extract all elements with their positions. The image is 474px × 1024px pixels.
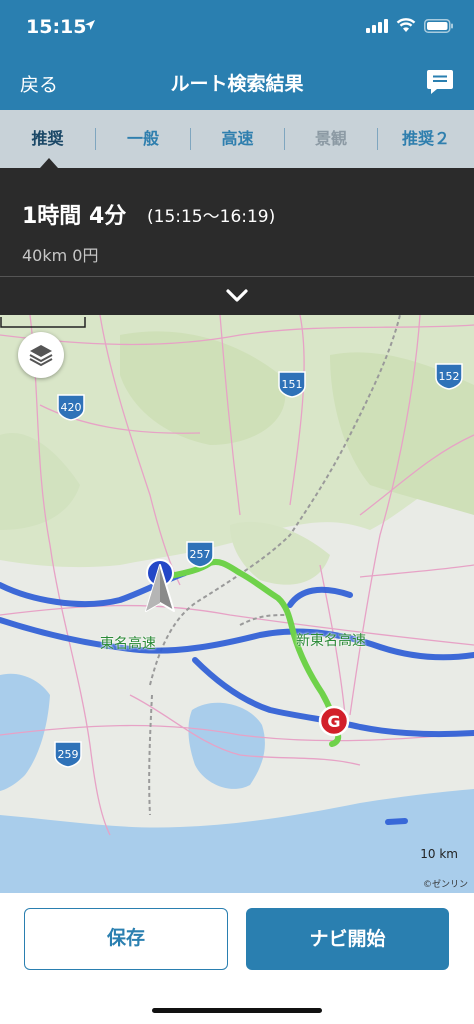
expand-details-button[interactable] (0, 277, 474, 315)
scale-bar (0, 317, 86, 328)
nav-bar: 戻る ルート検索結果 (0, 58, 474, 110)
map-copyright: ©ゼンリン (422, 880, 468, 890)
location-arrow-icon (85, 20, 95, 30)
tab-general[interactable]: 一般 (96, 110, 190, 168)
route-number: 151 (282, 378, 303, 391)
route-badge-152: 152 (435, 363, 463, 390)
time-range: (15:15〜16:19) (147, 207, 276, 227)
route-number: 257 (190, 548, 211, 561)
status-time: 15:15 (26, 16, 87, 38)
active-tab-pointer (40, 158, 58, 168)
route-badge-257: 257 (186, 541, 214, 568)
route-map[interactable]: 151 152 420 257 259 東名高速 新東名高速 G 10 km ©… (0, 315, 474, 893)
tab-scenic: 景観 (314, 129, 347, 148)
wifi-icon (396, 18, 416, 32)
road-label-shin-tomei: 新東名高速 (296, 633, 366, 649)
route-badge-151: 151 (278, 371, 306, 398)
status-icons (366, 18, 454, 33)
route-number: 152 (439, 370, 460, 383)
route-badge-420: 420 (57, 394, 85, 421)
start-navigation-button[interactable]: ナビ開始 (246, 908, 449, 970)
tab-recommended-2[interactable]: 推奨２ (378, 110, 474, 168)
duration: 1時間 4分 (22, 204, 127, 229)
chevron-down-icon (226, 289, 248, 302)
route-badge-259: 259 (54, 741, 82, 768)
layers-icon (29, 345, 53, 367)
page-title: ルート検索結果 (170, 73, 304, 95)
route-number: 259 (58, 748, 79, 761)
goal-marker-icon[interactable]: G (318, 705, 350, 741)
scale-label: 10 km (420, 847, 458, 861)
route-summary: 1時間 4分 (15:15〜16:19) 40km 0円 (0, 168, 474, 276)
goal-label: G (327, 712, 340, 731)
tab-highway[interactable]: 高速 (191, 110, 284, 168)
message-icon[interactable] (426, 68, 454, 96)
route-number: 420 (61, 401, 82, 414)
route-tabs: 推奨 一般 高速 景観 推奨２ (0, 110, 474, 168)
map-layers-button[interactable] (18, 332, 64, 378)
signal-icon (366, 18, 388, 33)
road-label-tomei: 東名高速 (100, 636, 156, 652)
app-header: 15:15 戻る ルート検索結果 (0, 0, 474, 110)
save-button[interactable]: 保存 (24, 908, 228, 970)
distance-cost: 40km 0円 (22, 246, 99, 265)
current-location-icon (145, 559, 175, 612)
home-indicator (152, 1008, 322, 1013)
status-bar: 15:15 (0, 0, 474, 58)
battery-icon (424, 18, 453, 33)
action-bar: 保存 ナビ開始 (0, 893, 474, 1024)
